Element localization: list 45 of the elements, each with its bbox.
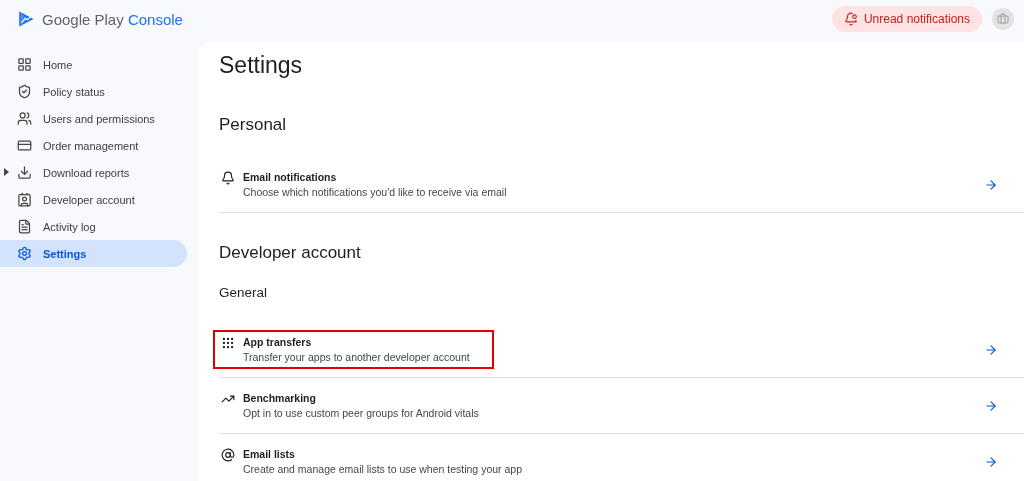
section-heading: Personal (219, 115, 288, 135)
sidebar-item[interactable]: Policy status (0, 78, 187, 105)
row-description: Choose which notifications you'd like to receive via email (243, 186, 507, 198)
briefcase-icon (997, 13, 1009, 25)
arrow-right-icon[interactable] (984, 454, 998, 469)
dots-grid-icon (221, 336, 235, 350)
sidebar-item[interactable]: Users and permissions (0, 105, 187, 132)
shield-check-icon (17, 84, 32, 99)
download-icon (17, 165, 32, 180)
bell-icon (843, 12, 858, 26)
row-title: Email notifications (243, 171, 338, 183)
notifications-button[interactable]: Unread notifications (831, 6, 982, 32)
arrow-right-icon[interactable] (984, 177, 998, 192)
row-title: App transfers (243, 336, 313, 348)
sidebar-item[interactable]: Order management (0, 132, 187, 159)
grid-icon (17, 57, 32, 72)
sidebar-item[interactable]: Home (0, 51, 187, 78)
sidebar-item[interactable]: Download reports (0, 159, 187, 186)
settings-row[interactable]: Benchmarking Opt in to use custom peer groups for Android vitals (219, 378, 1024, 434)
logo-icon (17, 10, 35, 28)
settings-icon (17, 246, 32, 261)
settings-row[interactable]: App transfers Transfer your apps to another developer account (219, 322, 1024, 378)
sidebar-item[interactable]: Settings (0, 240, 187, 267)
users-icon (17, 111, 32, 126)
app-name: Google Play Console (42, 10, 183, 28)
at-sign-icon (221, 448, 235, 462)
card-icon (17, 138, 32, 153)
bell-icon (221, 171, 235, 185)
row-description: Create and manage email lists to use when testing your app (243, 463, 522, 475)
row-title: Email lists (243, 448, 296, 460)
section-heading: Developer account (219, 243, 362, 263)
arrow-right-icon[interactable] (984, 342, 998, 357)
settings-row[interactable]: Email notifications Choose which notifications you'd like to receive via email (219, 157, 1024, 213)
sidebar-item[interactable]: Developer account (0, 186, 187, 213)
row-description: Opt in to use custom peer groups for Android vitals (243, 407, 479, 419)
row-title: Benchmarking (243, 392, 317, 404)
document-icon (17, 219, 32, 234)
page-title: Settings (219, 52, 304, 79)
settings-row[interactable]: Email lists Create and manage email lists to use when testing your app (219, 434, 1024, 481)
row-description: Transfer your apps to another developer account (243, 351, 470, 363)
arrow-right-icon[interactable] (984, 398, 998, 413)
id-card-icon (17, 192, 32, 207)
sidebar-item[interactable]: Activity log (0, 213, 187, 240)
caret-icon[interactable] (4, 168, 9, 176)
group-heading: General (219, 285, 269, 300)
